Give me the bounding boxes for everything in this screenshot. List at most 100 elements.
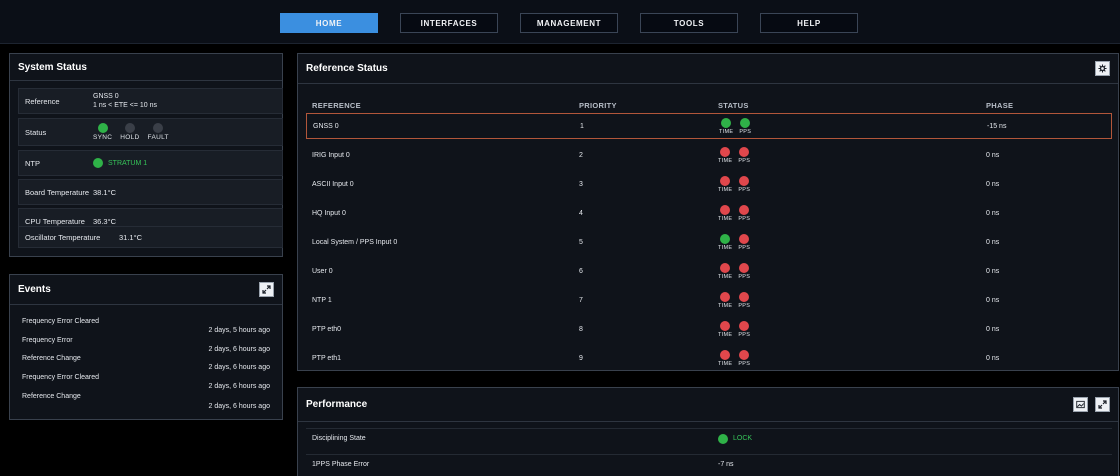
time-led-icon — [720, 204, 731, 215]
reference-priority: 6 — [579, 267, 583, 275]
pps-indicator: PPS — [738, 291, 750, 309]
reference-name: GNSS 0 — [313, 122, 339, 130]
time-indicator: TIME — [718, 291, 733, 309]
event-time-3: 2 days, 6 hours ago — [208, 364, 271, 371]
pps-indicator: PPS — [738, 262, 750, 280]
pps-label: PPS — [738, 157, 751, 164]
time-led-icon — [720, 146, 731, 157]
pps-led-icon — [739, 146, 750, 157]
time-label: TIME — [719, 128, 734, 135]
reference-name: HQ Input 0 — [312, 209, 346, 217]
reference-priority: 2 — [579, 151, 583, 159]
reference-priority: 5 — [579, 238, 583, 246]
expand-icon[interactable] — [259, 282, 274, 297]
time-label: TIME — [718, 186, 733, 193]
status-label: Status — [25, 127, 47, 137]
nav-tools[interactable]: TOOLS — [640, 13, 738, 33]
reference-row[interactable]: PTP eth0 8 TIME PPS 0 ns — [306, 316, 1112, 342]
reference-row[interactable]: ASCII Input 0 3 TIME PPS 0 ns — [306, 171, 1112, 197]
events-title: Events — [18, 284, 51, 295]
time-indicator: TIME — [719, 117, 734, 135]
reference-phase: 0 ns — [986, 267, 1000, 275]
chart-image-icon[interactable] — [1073, 397, 1089, 412]
reference-row[interactable]: HQ Input 0 4 TIME PPS 0 ns — [306, 200, 1112, 226]
time-label: TIME — [718, 273, 733, 280]
reference-row[interactable]: Local System / PPS Input 0 5 TIME PPS 0 ns — [306, 229, 1112, 255]
reference-status-leds: TIME PPS — [718, 171, 756, 197]
time-label: TIME — [718, 157, 733, 164]
system-status-panel: System Status Reference GNSS 0 1 ns < ET… — [9, 53, 283, 257]
disciplining-state-row: Disciplining State LOCK — [306, 428, 1112, 448]
reference-status-leds: TIME PPS — [718, 287, 756, 313]
col-phase: PHASE — [986, 101, 1014, 110]
hold-led-icon — [124, 123, 135, 133]
disciplining-state-label: Disciplining State — [312, 435, 366, 442]
ntp-row: NTP STRATUM 1 — [18, 150, 283, 176]
reference-status-panel: Reference Status REFERENCE PRIORITY STAT… — [297, 53, 1119, 371]
pps-led-icon — [739, 175, 750, 186]
reference-label: Reference — [25, 96, 60, 106]
pps-indicator: PPS — [738, 175, 751, 193]
reference-name: Local System / PPS Input 0 — [312, 238, 398, 246]
performance-title: Performance — [306, 399, 368, 410]
reference-row[interactable]: NTP 1 7 TIME PPS 0 ns — [306, 287, 1112, 313]
time-led-icon — [720, 320, 731, 331]
osc-temp-label: Oscillator Temperature — [25, 232, 101, 242]
osc-temp-row: Oscillator Temperature 31.1°C — [18, 226, 283, 248]
event-label-4: Frequency Error Cleared — [22, 374, 100, 381]
event-time-4: 2 days, 6 hours ago — [208, 383, 271, 390]
time-indicator: TIME — [718, 262, 733, 280]
board-temp-row: Board Temperature 38.1°C — [18, 179, 283, 205]
nav-interfaces[interactable]: INTERFACES — [400, 13, 498, 33]
reference-name: ASCII Input 0 — [312, 180, 354, 188]
event-time-5: 2 days, 6 hours ago — [208, 403, 271, 410]
reference-phase: 0 ns — [986, 238, 1000, 246]
performance-panel: Performance Disciplining State LOCK 1PPS… — [297, 387, 1119, 476]
reference-value: GNSS 0 1 ns < ETE <= 10 ns — [93, 89, 157, 113]
reference-priority: 4 — [579, 209, 583, 217]
pps-phase-error-label: 1PPS Phase Error — [312, 461, 370, 468]
reference-status-leds: TIME PPS — [718, 345, 756, 371]
pps-indicator: PPS — [739, 117, 752, 135]
system-status-header: System Status — [10, 54, 282, 81]
reference-name: User 0 — [312, 267, 333, 275]
reference-row[interactable]: GNSS 0 1 TIME PPS -15 ns — [306, 113, 1112, 139]
reference-priority: 1 — [580, 122, 584, 130]
settings-gear-icon[interactable] — [1095, 61, 1110, 76]
reference-name: PTP eth0 — [312, 325, 342, 333]
pps-label: PPS — [738, 186, 751, 193]
pps-indicator: PPS — [738, 204, 750, 222]
pps-led-icon — [739, 349, 750, 360]
expand-icon[interactable] — [1095, 397, 1110, 412]
reference-row[interactable]: PTP eth1 9 TIME PPS 0 ns — [306, 345, 1112, 371]
sync-led-icon — [97, 123, 108, 133]
reference-row[interactable]: IRIG Input 0 2 TIME PPS 0 ns — [306, 142, 1112, 168]
lock-led-icon — [718, 433, 728, 444]
status-leds: SYNC HOLD FAULT — [93, 119, 177, 145]
reference-phase: 0 ns — [986, 354, 1000, 362]
reference-phase: 0 ns — [986, 180, 1000, 188]
reference-status-leds: TIME PPS — [718, 229, 756, 255]
col-status: STATUS — [718, 101, 749, 110]
time-indicator: TIME — [718, 233, 732, 251]
reference-phase: -15 ns — [987, 122, 1007, 130]
ntp-value: STRATUM 1 — [93, 151, 147, 175]
reference-status-leds: TIME PPS — [718, 200, 756, 226]
col-priority: PRIORITY — [579, 101, 617, 110]
status-row: Status SYNC HOLD FAULT — [18, 118, 283, 146]
time-led-icon — [720, 175, 731, 186]
pps-led-icon — [739, 262, 750, 273]
nav-help[interactable]: HELP — [760, 13, 858, 33]
pps-phase-error-value: -7 ns — [718, 461, 734, 468]
top-navigation-bar: HOME INTERFACES MANAGEMENT TOOLS HELP — [0, 0, 1120, 44]
nav-home[interactable]: HOME — [280, 13, 378, 33]
reference-status-leds: TIME PPS — [718, 258, 756, 284]
system-status-title: System Status — [18, 61, 87, 73]
time-label: TIME — [718, 302, 733, 309]
pps-label: PPS — [739, 128, 752, 135]
reference-row[interactable]: User 0 6 TIME PPS 0 ns — [306, 258, 1112, 284]
reference-phase: 0 ns — [986, 325, 1000, 333]
pps-led-icon — [739, 233, 750, 244]
reference-phase: 0 ns — [986, 209, 1000, 217]
nav-management[interactable]: MANAGEMENT — [520, 13, 618, 33]
